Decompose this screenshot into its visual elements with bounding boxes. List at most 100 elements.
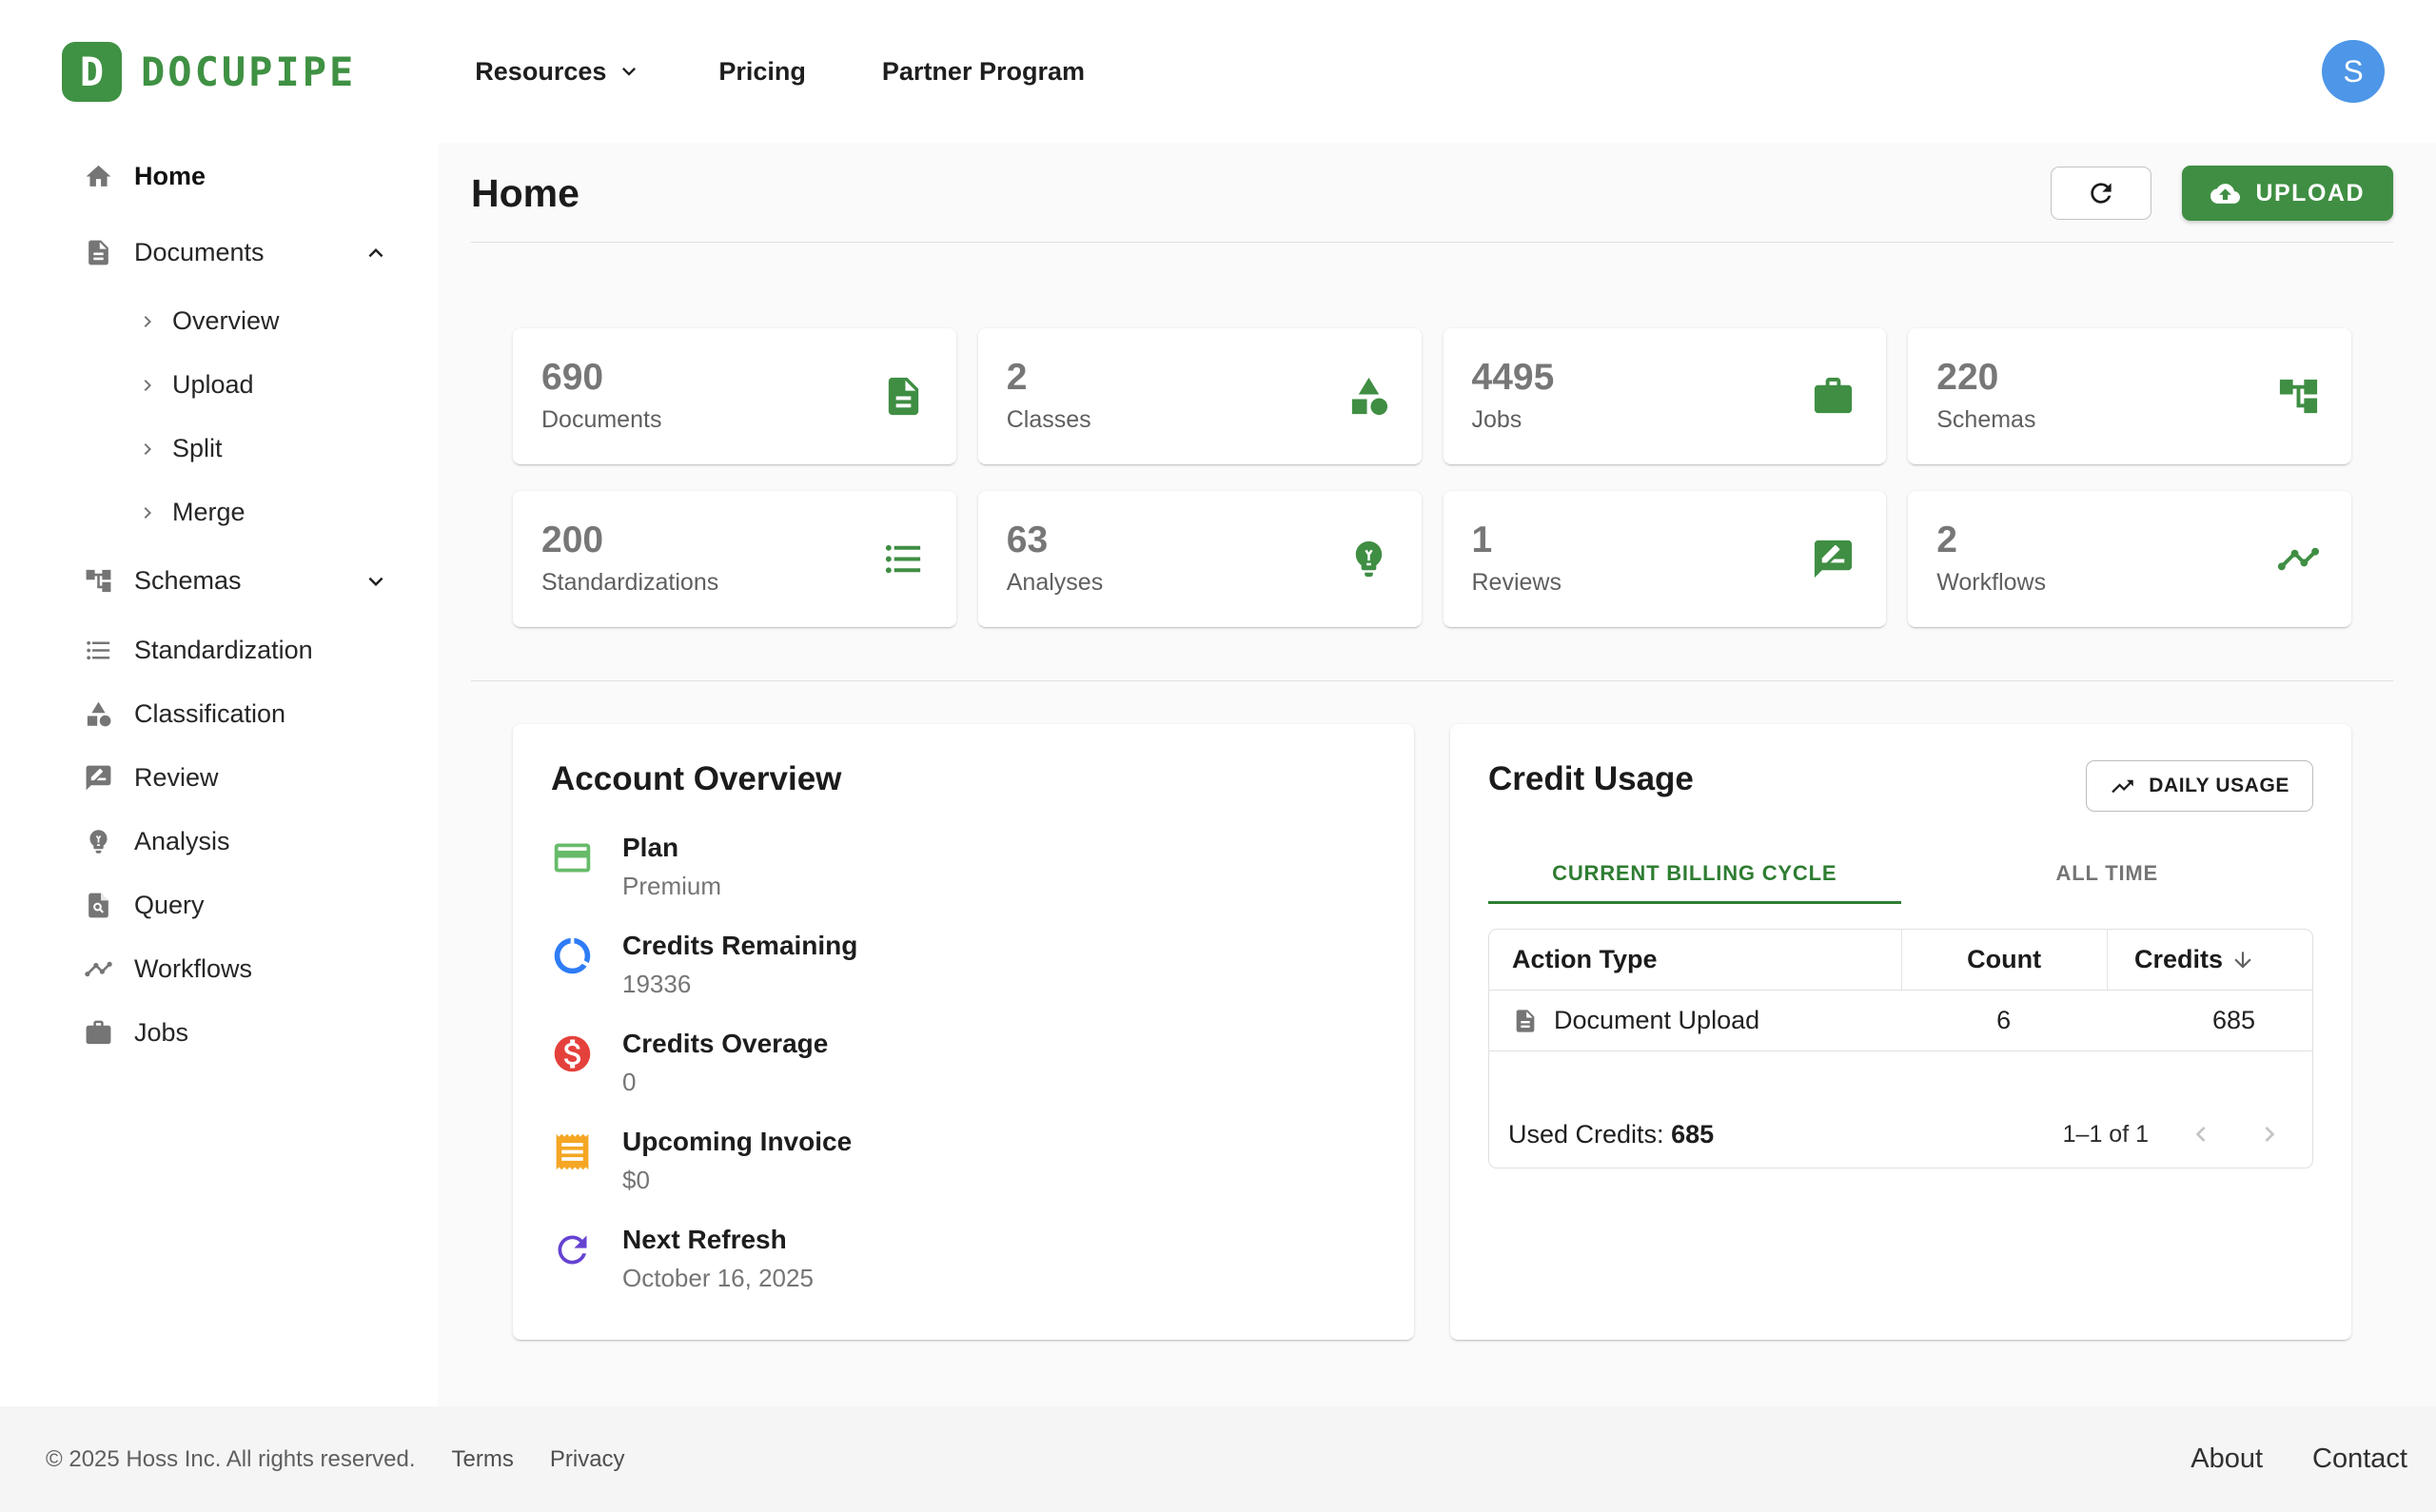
stat-card-jobs: 4495 Jobs [1443,328,1887,464]
user-avatar[interactable]: S [2322,40,2385,103]
sidebar-item-overview[interactable]: Overview [0,289,438,353]
account-item-upcoming-invoice: Upcoming Invoice $0 [551,1127,1376,1195]
upload-button-label: UPLOAD [2255,179,2365,206]
briefcase-icon [1811,374,1856,419]
credit-usage-table: Action Type Count Credits Document Uploa… [1488,929,2313,1168]
upload-button[interactable]: UPLOAD [2182,166,2393,221]
panels-row: Account Overview Plan Premium Credits Re… [513,724,2351,1340]
chevron-up-icon[interactable] [362,239,390,267]
copyright-text: © 2025 Hoss Inc. All rights reserved. [46,1445,416,1472]
column-header-action-type[interactable]: Action Type [1489,930,1901,990]
account-item-value: 19336 [622,970,692,998]
sidebar-item-label: Workflows [134,954,253,983]
account-item-label: Upcoming Invoice [622,1127,853,1156]
terms-link[interactable]: Terms [452,1446,514,1473]
sidebar-item-analysis[interactable]: Analysis [0,810,438,874]
rate-review-icon [1811,537,1856,581]
page-footer: © 2025 Hoss Inc. All rights reserved. Te… [0,1406,2436,1512]
stat-card-analyses: 63 Analyses [977,491,1422,627]
used-credits-value: 685 [1671,1119,1715,1149]
sidebar-item-documents[interactable]: Documents [0,221,438,285]
account-item-value: Premium [622,872,722,900]
table-header-row: Action Type Count Credits [1489,930,2312,991]
stat-label: Jobs [1471,406,1522,434]
stat-card-schemas: 220 Schemas [1908,328,2351,464]
nav-resources[interactable]: Resources [475,57,642,87]
stat-value: 200 [541,519,604,560]
about-link[interactable]: About [2190,1443,2263,1475]
stat-label: Analyses [1006,569,1104,597]
chevron-right-icon [136,374,159,397]
contact-link[interactable]: Contact [2312,1443,2407,1475]
sidebar-subitem-label: Split [172,434,223,462]
lightbulb-icon [1346,537,1391,581]
receipt-icon [551,1130,594,1173]
nav-pricing[interactable]: Pricing [718,57,806,87]
home-icon [84,162,113,191]
stat-value: 220 [1936,356,1999,398]
column-header-credits[interactable]: Credits [2106,930,2312,990]
schema-tree-icon [84,566,113,596]
sidebar-item-review[interactable]: Review [0,746,438,810]
sidebar-item-label: Analysis [134,827,230,855]
cell-count: 6 [1996,1006,2012,1034]
privacy-link[interactable]: Privacy [550,1446,625,1473]
brand-wordmark: DOCUPIPE [141,48,357,95]
brand-logo[interactable]: D DOCUPIPE [62,41,357,102]
nav-partner-program-label: Partner Program [881,56,1085,86]
page-title: Home [471,170,580,215]
sidebar-item-merge[interactable]: Merge [0,481,438,544]
sidebar-item-label: Standardization [134,636,313,664]
chevron-down-icon[interactable] [362,567,390,596]
chevron-right-icon [136,310,159,333]
account-item-label: Next Refresh [622,1225,787,1254]
sidebar-item-label: Review [134,763,219,792]
sidebar-item-jobs[interactable]: Jobs [0,1001,438,1065]
sidebar-item-split[interactable]: Split [0,417,438,481]
stat-label: Workflows [1936,569,2047,597]
pagination-next-button[interactable] [2253,1118,2286,1150]
stat-value: 690 [541,356,604,398]
sidebar-item-home[interactable]: Home [0,145,438,208]
tab-current-billing-cycle[interactable]: CURRENT BILLING CYCLE [1488,844,1901,904]
donut-chart-icon [551,934,594,977]
chevron-right-icon [136,438,159,461]
daily-usage-button[interactable]: DAILY USAGE [2086,760,2313,812]
account-item-credits-remaining: Credits Remaining 19336 [551,931,1376,999]
sidebar-item-upload[interactable]: Upload [0,353,438,417]
briefcase-icon [84,1018,113,1048]
nav-partner-program[interactable]: Partner Program [882,57,1085,87]
sidebar-item-standardization[interactable]: Standardization [0,619,438,682]
account-overview-card: Account Overview Plan Premium Credits Re… [513,724,1414,1340]
sidebar-item-label: Home [134,162,206,190]
main-content: Home UPLOAD 690 Documents 2 Classes 4495… [438,143,2436,1406]
column-header-count[interactable]: Count [1900,930,2107,990]
stat-label: Documents [541,406,662,434]
credit-usage-card: Credit Usage DAILY USAGE CURRENT BILLING… [1450,724,2351,1340]
stat-label: Schemas [1936,406,2036,434]
sidebar-item-schemas[interactable]: Schemas [0,549,438,613]
sidebar-item-label: Classification [134,699,286,728]
sidebar: Home Documents Overview Upload Split Mer… [0,143,438,1406]
tab-all-time[interactable]: ALL TIME [1901,844,2314,904]
sidebar-item-classification[interactable]: Classification [0,682,438,746]
rate-review-icon [84,763,113,793]
credit-usage-title: Credit Usage [1488,760,1694,797]
stat-card-reviews: 1 Reviews [1443,491,1887,627]
top-navigation: Resources Pricing Partner Program [475,57,1085,87]
sidebar-item-query[interactable]: Query [0,874,438,937]
chevron-right-icon [2254,1119,2285,1149]
timeline-icon [2276,537,2321,581]
pagination-prev-button[interactable] [2185,1118,2217,1150]
title-divider [471,242,2393,243]
credit-card-icon [551,836,594,879]
credit-usage-tabs: CURRENT BILLING CYCLE ALL TIME [1488,844,2313,904]
sidebar-item-workflows[interactable]: Workflows [0,937,438,1001]
stat-card-workflows: 2 Workflows [1908,491,2351,627]
stat-label: Standardizations [541,569,719,597]
section-divider [471,680,2393,681]
document-icon [881,374,926,419]
pagination-label: 1–1 of 1 [2062,1120,2149,1148]
stat-card-standardizations: 200 Standardizations [513,491,956,627]
refresh-button[interactable] [2051,167,2152,220]
